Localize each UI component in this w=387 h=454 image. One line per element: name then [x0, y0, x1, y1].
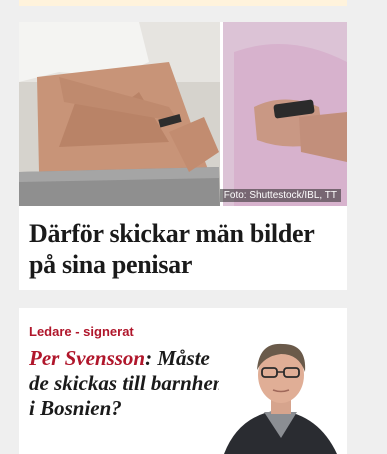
previous-card-edge	[19, 0, 347, 6]
author-portrait	[219, 330, 347, 454]
opinion-card[interactable]: Ledare - signerat Per Svensson: Måste de…	[19, 308, 347, 454]
article-headline[interactable]: Därför skickar män bilder på sina penisa…	[29, 218, 339, 280]
article-image[interactable]: Foto: Shuttestock/IBL, TT	[19, 22, 347, 206]
opinion-headline[interactable]: Per Svensson: Måste de skickas till barn…	[29, 346, 234, 421]
section-kicker: Ledare - signerat	[29, 324, 134, 339]
author-name: Per Svensson	[29, 346, 146, 370]
collage-photo	[19, 22, 347, 206]
photo-credit: Foto: Shuttestock/IBL, TT	[219, 189, 341, 202]
article-card[interactable]: Foto: Shuttestock/IBL, TT Därför skickar…	[19, 22, 347, 290]
